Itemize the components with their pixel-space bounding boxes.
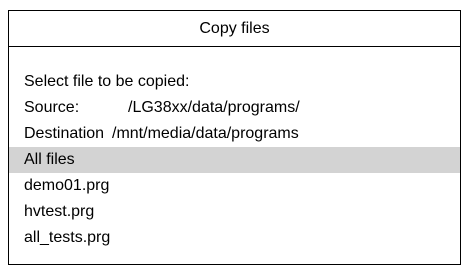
- select-file-prompt: Select file to be copied:: [24, 73, 190, 90]
- destination-row: Destination/mnt/media/data/programs: [9, 121, 460, 147]
- source-row: Source: /LG38xx/data/programs/: [9, 95, 460, 121]
- copy-files-dialog: Copy files Select file to be copied: Sou…: [8, 10, 461, 265]
- destination-path: /mnt/media/data/programs: [112, 125, 299, 142]
- dialog-content: Select file to be copied: Source: /LG38xx…: [9, 47, 460, 251]
- file-item-demo01[interactable]: demo01.prg: [9, 173, 460, 199]
- dialog-title: Copy files: [199, 19, 270, 37]
- file-item-hvtest[interactable]: hvtest.prg: [9, 199, 460, 225]
- destination-label: Destination: [24, 125, 105, 142]
- dialog-title-bar: Copy files: [9, 11, 460, 47]
- file-item-all-tests[interactable]: all_tests.prg: [9, 225, 460, 251]
- source-label: Source:: [24, 99, 80, 116]
- file-list: All files demo01.prg hvtest.prg all_test…: [9, 147, 460, 251]
- source-path: /LG38xx/data/programs/: [128, 99, 300, 116]
- file-item-all-files[interactable]: All files: [9, 147, 460, 173]
